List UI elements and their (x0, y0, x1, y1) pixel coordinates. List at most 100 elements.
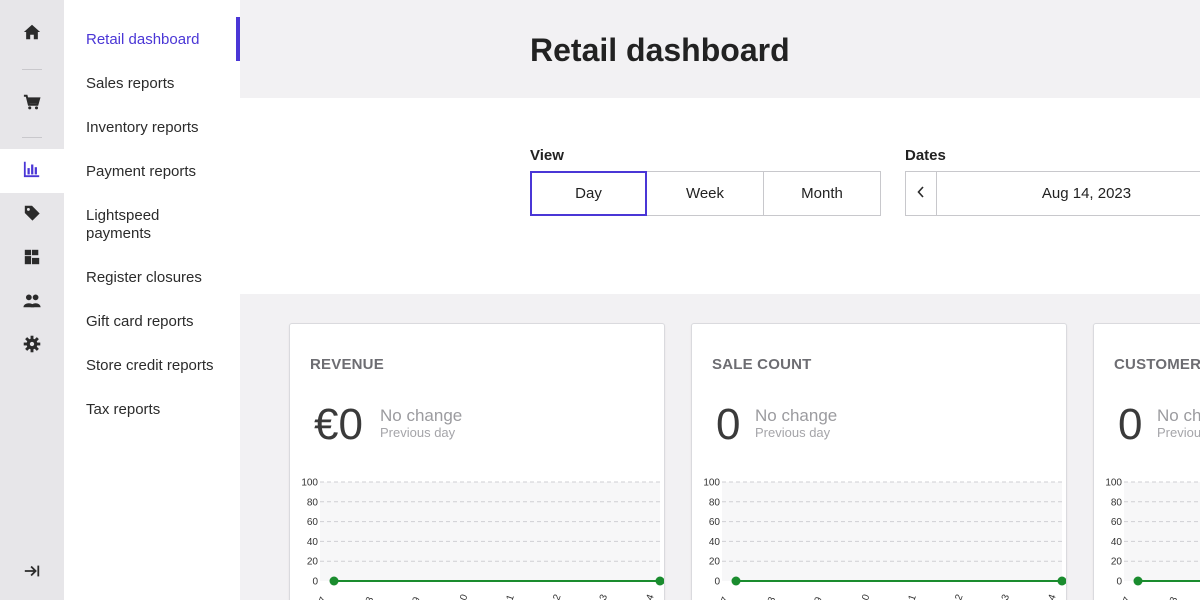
y-tick-label: 0 (1116, 577, 1122, 588)
x-tick-label: 8 (364, 595, 376, 600)
y-tick-label: 40 (709, 537, 721, 548)
x-tick-label: 7 (720, 595, 732, 600)
y-tick-label: 100 (301, 478, 318, 489)
y-tick-label: 20 (307, 557, 319, 568)
card-change: No ch (1157, 406, 1200, 425)
card-title: CUSTOMER C (1114, 356, 1200, 373)
data-point (1057, 576, 1066, 586)
y-tick-label: 0 (714, 577, 720, 588)
main-content: Retail dashboard View Day Week Month Dat… (240, 0, 1200, 600)
x-tick-label: 8 (1168, 595, 1180, 600)
x-tick-label: 12 (951, 593, 965, 600)
rail-divider (22, 69, 42, 70)
y-tick-label: 100 (703, 478, 720, 489)
rail-customers[interactable] (0, 281, 64, 325)
plot-background (320, 482, 660, 581)
card-value: 0 (1118, 400, 1143, 449)
filters-panel: View Day Week Month Dates Aug 14, 2023 (240, 98, 1200, 294)
subnav-item-register-closures[interactable]: Register closures (64, 269, 240, 287)
view-toggle: Day Week Month (530, 171, 881, 216)
bar-chart-icon (23, 160, 41, 183)
card-compare: Previous day (755, 425, 831, 440)
previous-date-button[interactable] (905, 171, 937, 216)
data-point (655, 576, 664, 586)
x-tick-label: 11 (503, 593, 517, 600)
y-tick-label: 40 (307, 537, 319, 548)
tag-icon (23, 204, 41, 227)
y-tick-label: 20 (1111, 557, 1123, 568)
data-point (731, 576, 741, 586)
subnav-item-retail-dashboard[interactable]: Retail dashboard (64, 31, 240, 49)
plot-background (1124, 482, 1200, 581)
y-tick-label: 40 (1111, 537, 1123, 548)
view-day-button[interactable]: Day (530, 171, 647, 216)
x-tick-label: 11 (905, 593, 919, 600)
y-tick-label: 80 (1111, 497, 1123, 508)
subnav-item-payment-reports[interactable]: Payment reports (64, 163, 240, 181)
rail-collapse[interactable] (0, 551, 64, 595)
date-value[interactable]: Aug 14, 2023 (937, 171, 1200, 216)
subnav-item-inventory-reports[interactable]: Inventory reports (64, 119, 240, 137)
card-compare: Previou (1157, 425, 1200, 440)
rail-settings[interactable] (0, 324, 64, 368)
y-tick-label: 60 (307, 517, 319, 528)
plot-background (722, 482, 1062, 581)
reports-subnav: Retail dashboard Sales reports Inventory… (64, 0, 240, 600)
y-tick-label: 80 (709, 497, 721, 508)
x-tick-label: 14 (1045, 593, 1059, 600)
page-title: Retail dashboard (530, 32, 790, 68)
rail-inventory[interactable] (0, 237, 64, 281)
x-tick-label: 8 (766, 595, 778, 600)
revenue-chart: 100 80 60 40 20 0 7 8 9 10 11 12 13 14 (301, 478, 664, 600)
data-point (329, 576, 339, 586)
view-label: View (530, 147, 564, 164)
rail-sell[interactable] (0, 82, 64, 126)
x-tick-label: 10 (858, 593, 872, 600)
y-tick-label: 80 (307, 497, 319, 508)
cart-icon (23, 93, 41, 116)
dates-label: Dates (905, 147, 946, 164)
card-title: REVENUE (310, 356, 384, 373)
card-compare: Previous day (380, 425, 456, 440)
data-point (1133, 576, 1143, 586)
rail-catalog[interactable] (0, 193, 64, 237)
x-tick-label: 9 (813, 595, 825, 600)
subnav-item-gift-card-reports[interactable]: Gift card reports (64, 313, 240, 331)
page-header: Retail dashboard (240, 0, 1200, 98)
subnav-item-tax-reports[interactable]: Tax reports (64, 401, 240, 419)
card-title: SALE COUNT (712, 356, 812, 373)
y-tick-label: 0 (312, 577, 318, 588)
sale-count-chart: 100 80 60 40 20 0 7 8 9 10 11 12 13 14 (703, 478, 1066, 600)
rail-reports[interactable] (0, 149, 64, 193)
y-tick-label: 100 (1105, 478, 1122, 489)
rail-divider (22, 137, 42, 138)
x-tick-label: 12 (549, 593, 563, 600)
x-tick-label: 9 (411, 595, 423, 600)
icon-rail (0, 0, 64, 600)
chevron-left-icon (916, 185, 926, 203)
y-tick-label: 20 (709, 557, 721, 568)
view-week-button[interactable]: Week (647, 171, 764, 216)
inventory-icon (23, 248, 41, 271)
subnav-item-store-credit-reports[interactable]: Store credit reports (64, 357, 240, 375)
users-icon (23, 292, 41, 315)
x-tick-label: 10 (456, 593, 470, 600)
rail-home[interactable] (0, 12, 64, 56)
customer-card: CUSTOMER C 0 No ch Previou 100 80 60 40 20 0 7… (1093, 323, 1200, 600)
collapse-icon (23, 562, 41, 585)
x-tick-label: 13 (998, 593, 1012, 600)
x-tick-label: 7 (318, 595, 330, 600)
x-tick-label: 7 (1122, 595, 1134, 600)
customer-chart: 1008060402007891011121314 (1105, 478, 1200, 600)
home-icon (23, 23, 41, 46)
y-tick-label: 60 (709, 517, 721, 528)
y-tick-label: 60 (1111, 517, 1123, 528)
view-month-button[interactable]: Month (764, 171, 881, 216)
subnav-item-lightspeed-payments[interactable]: Lightspeed payments (64, 207, 174, 243)
revenue-card: REVENUE €0 No change Previous day 100 80 6… (289, 323, 665, 600)
subnav-item-sales-reports[interactable]: Sales reports (64, 75, 240, 93)
card-value: €0 (314, 400, 363, 449)
date-picker: Aug 14, 2023 (905, 171, 1200, 216)
x-tick-label: 13 (596, 593, 610, 600)
gear-icon (23, 335, 41, 358)
